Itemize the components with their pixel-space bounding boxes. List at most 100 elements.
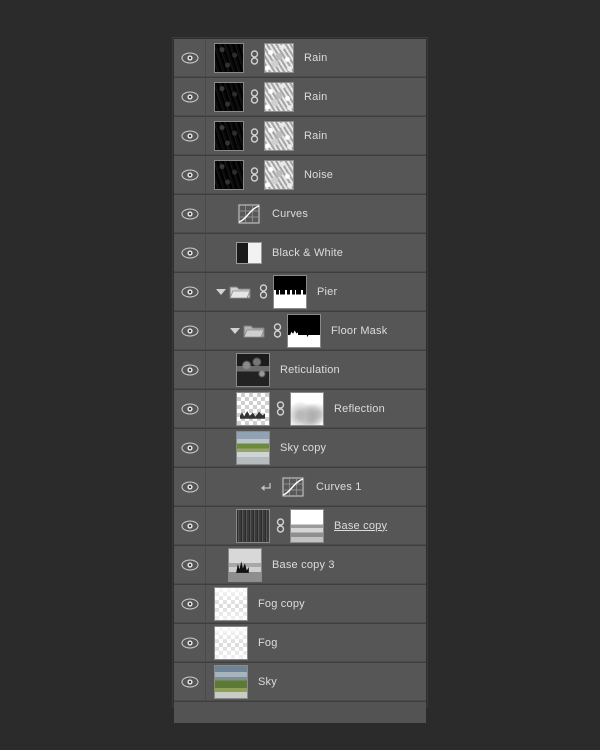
layer-thumbnail[interactable]: [236, 352, 270, 387]
eye-icon[interactable]: [180, 51, 199, 64]
visibility-toggle[interactable]: [174, 663, 206, 700]
visibility-toggle[interactable]: [174, 585, 206, 622]
layer-thumbnail[interactable]: [214, 120, 244, 151]
layer-name[interactable]: Rain: [304, 91, 327, 103]
layer-name[interactable]: Floor Mask: [331, 325, 387, 337]
layer-thumbnail[interactable]: [236, 508, 270, 543]
layer-name[interactable]: Sky: [258, 676, 277, 688]
link-icon[interactable]: [270, 322, 284, 340]
layer-row[interactable]: Reticulation: [174, 350, 426, 389]
eye-icon[interactable]: [180, 558, 199, 571]
layer-name[interactable]: Reticulation: [280, 364, 340, 376]
visibility-toggle[interactable]: [174, 234, 206, 271]
black-and-white-adjustment-icon[interactable]: [236, 241, 262, 264]
visibility-toggle[interactable]: [174, 507, 206, 544]
visibility-toggle[interactable]: [174, 546, 206, 583]
layer-name[interactable]: Reflection: [334, 403, 385, 415]
link-icon[interactable]: [247, 166, 261, 184]
layer-name[interactable]: Base copy: [334, 520, 387, 532]
layer-name[interactable]: Curves: [272, 208, 308, 220]
eye-icon[interactable]: [180, 597, 199, 610]
layer-row[interactable]: Fog: [174, 623, 426, 662]
layer-row[interactable]: Sky: [174, 662, 426, 701]
layer-mask-thumbnail[interactable]: [264, 120, 294, 151]
group-mask-thumbnail[interactable]: [273, 274, 307, 309]
link-icon[interactable]: [247, 49, 261, 67]
curves-adjustment-icon[interactable]: [280, 475, 306, 498]
visibility-toggle[interactable]: [174, 312, 206, 349]
eye-icon[interactable]: [180, 90, 199, 103]
layer-thumbnail[interactable]: [214, 586, 248, 621]
eye-icon[interactable]: [180, 636, 199, 649]
eye-icon[interactable]: [180, 324, 199, 337]
layer-mask-thumbnail[interactable]: [290, 391, 324, 426]
visibility-toggle[interactable]: [174, 273, 206, 310]
layer-name[interactable]: Base copy 3: [272, 559, 335, 571]
layer-thumbnail[interactable]: [236, 430, 270, 465]
eye-icon[interactable]: [180, 480, 199, 493]
layer-thumbnail[interactable]: [214, 664, 248, 699]
layer-row[interactable]: Fog copy: [174, 584, 426, 623]
triangle-down-icon[interactable]: [228, 324, 241, 337]
visibility-toggle[interactable]: [174, 390, 206, 427]
layer-row[interactable]: Rain: [174, 38, 426, 77]
layer-row[interactable]: Reflection: [174, 389, 426, 428]
group-mask-thumbnail[interactable]: [287, 313, 321, 348]
eye-icon[interactable]: [180, 129, 199, 142]
layer-thumbnail[interactable]: [228, 547, 262, 582]
link-icon[interactable]: [247, 127, 261, 145]
layer-thumbnail[interactable]: [236, 391, 270, 426]
layer-thumbnail[interactable]: [214, 81, 244, 112]
layer-group-row[interactable]: Floor Mask: [174, 311, 426, 350]
link-icon[interactable]: [273, 400, 287, 418]
eye-icon[interactable]: [180, 519, 199, 532]
visibility-toggle[interactable]: [174, 156, 206, 193]
visibility-toggle[interactable]: [174, 429, 206, 466]
layer-name[interactable]: Rain: [304, 130, 327, 142]
layer-row[interactable]: Sky copy: [174, 428, 426, 467]
layer-name[interactable]: Noise: [304, 169, 333, 181]
layer-name[interactable]: Rain: [304, 52, 327, 64]
eye-icon[interactable]: [180, 402, 199, 415]
layer-name[interactable]: Sky copy: [280, 442, 326, 454]
layer-row[interactable]: Rain: [174, 77, 426, 116]
visibility-toggle[interactable]: [174, 351, 206, 388]
layer-name[interactable]: Fog: [258, 637, 278, 649]
layer-name[interactable]: Fog copy: [258, 598, 305, 610]
layer-thumbnail[interactable]: [214, 625, 248, 660]
layer-row[interactable]: Rain: [174, 116, 426, 155]
layer-name[interactable]: Curves 1: [316, 481, 362, 493]
eye-icon[interactable]: [180, 363, 199, 376]
link-icon[interactable]: [273, 517, 287, 535]
layer-row[interactable]: Base copy: [174, 506, 426, 545]
eye-icon[interactable]: [180, 168, 199, 181]
layer-mask-thumbnail[interactable]: [264, 159, 294, 190]
link-icon[interactable]: [256, 283, 270, 301]
eye-icon[interactable]: [180, 246, 199, 259]
layer-name[interactable]: Black & White: [272, 247, 343, 259]
layer-row[interactable]: Curves: [174, 194, 426, 233]
eye-icon[interactable]: [180, 285, 199, 298]
visibility-toggle[interactable]: [174, 117, 206, 154]
layer-mask-thumbnail[interactable]: [264, 42, 294, 73]
layer-row[interactable]: Black & White: [174, 233, 426, 272]
eye-icon[interactable]: [180, 207, 199, 220]
layer-row[interactable]: Noise: [174, 155, 426, 194]
layer-mask-thumbnail[interactable]: [290, 508, 324, 543]
layer-row[interactable]: Curves 1: [174, 467, 426, 506]
layer-group-row[interactable]: Pier: [174, 272, 426, 311]
triangle-down-icon[interactable]: [214, 285, 227, 298]
layer-thumbnail[interactable]: [214, 159, 244, 190]
layers-panel[interactable]: Rain Rain Rain Noise Curves Black & Whit…: [173, 38, 427, 723]
layer-thumbnail[interactable]: [214, 42, 244, 73]
visibility-toggle[interactable]: [174, 39, 206, 76]
layer-row[interactable]: Base copy 3: [174, 545, 426, 584]
visibility-toggle[interactable]: [174, 468, 206, 505]
link-icon[interactable]: [247, 88, 261, 106]
visibility-toggle[interactable]: [174, 624, 206, 661]
eye-icon[interactable]: [180, 441, 199, 454]
layer-name[interactable]: Pier: [317, 286, 337, 298]
curves-adjustment-icon[interactable]: [236, 202, 262, 225]
layer-mask-thumbnail[interactable]: [264, 81, 294, 112]
eye-icon[interactable]: [180, 675, 199, 688]
